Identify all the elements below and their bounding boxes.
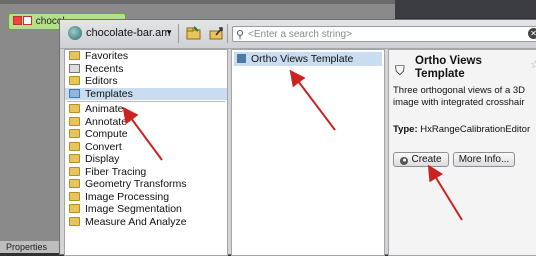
editors-folder-icon (69, 76, 80, 85)
background-dark-area (395, 0, 536, 18)
popup-toolbar: chocolate-bar.am ▾ ⚲ ✕ (60, 20, 536, 49)
clear-search-icon[interactable]: ✕ (528, 28, 536, 39)
category-pane: Favorites Recents Editors Templates Anim… (64, 49, 228, 256)
create-button[interactable]: ● Create (393, 152, 449, 167)
list-item-label: Ortho Views Template (251, 53, 354, 65)
detail-title: Ortho Views Template (415, 55, 482, 80)
create-icon: ● (400, 157, 409, 165)
category-favorites[interactable]: Favorites (65, 50, 227, 63)
category-label: Measure And Analyze (85, 215, 187, 228)
category-animate[interactable]: Animate (65, 103, 227, 116)
toolbar-separator (227, 24, 228, 43)
template-icon (237, 54, 246, 63)
category-label: Compute (85, 128, 128, 140)
type-label: Type: (393, 124, 418, 135)
category-label: Image Segmentation (85, 203, 182, 215)
category-fiber-tracing[interactable]: Fiber Tracing (65, 166, 227, 179)
category-label: Display (85, 153, 120, 165)
category-geometry-transforms[interactable]: Geometry Transforms (65, 178, 227, 191)
search-icon: ⚲ (236, 29, 245, 41)
type-value: HxRangeCalibrationEditor (420, 124, 531, 135)
folder-icon (69, 166, 80, 176)
category-label: Image Processing (85, 190, 170, 203)
search-input[interactable] (248, 27, 508, 41)
favorites-folder-icon (69, 51, 80, 60)
category-annotate[interactable]: Annotate (65, 116, 227, 129)
category-label: Annotate (85, 115, 128, 128)
folder-icon (69, 154, 80, 163)
category-label: Convert (85, 140, 122, 153)
category-measure-and-analyze[interactable]: Measure And Analyze (65, 216, 227, 229)
favorite-star-icon[interactable]: ☆ (530, 58, 536, 71)
template-icon: ⛉ (395, 63, 405, 78)
node-port-icon (13, 16, 22, 25)
export-icon[interactable] (208, 25, 226, 42)
more-info-button-label: More Info... (458, 154, 510, 165)
category-label: Fiber Tracing (85, 165, 147, 178)
project-selector[interactable]: chocolate-bar.am (86, 27, 170, 39)
open-folder-icon[interactable] (185, 25, 203, 42)
toolbar-separator (178, 24, 179, 43)
category-templates[interactable]: Templates (65, 87, 227, 100)
folder-icon (69, 141, 80, 151)
detail-description: Three orthogonal views of a 3D image wit… (393, 85, 526, 108)
folder-icon (69, 116, 80, 126)
category-image-processing[interactable]: Image Processing (65, 191, 227, 204)
category-image-segmentation[interactable]: Image Segmentation (65, 203, 227, 216)
object-popup: chocolate-bar.am ▾ ⚲ ✕ Favorites Recents… (59, 19, 536, 256)
chevron-down-icon[interactable]: ▾ (167, 27, 172, 38)
properties-tab[interactable]: Properties (0, 241, 66, 253)
project-icon (68, 26, 82, 40)
category-editors[interactable]: Editors (65, 75, 227, 88)
template-list-pane: Ortho Views Template (231, 49, 385, 256)
create-button-label: Create (411, 154, 442, 165)
category-label: Templates (85, 87, 133, 100)
detail-pane: ⛉ Ortho Views Template ☆ Three orthogona… (388, 49, 536, 256)
category-label: Geometry Transforms (85, 178, 187, 190)
folder-icon (69, 191, 80, 201)
recents-icon (69, 63, 80, 73)
folder-icon (69, 129, 80, 138)
category-divider (67, 101, 225, 102)
category-display[interactable]: Display (65, 153, 227, 166)
search-field[interactable]: ⚲ ✕ (232, 26, 536, 42)
category-convert[interactable]: Convert (65, 141, 227, 154)
node-port-icon (23, 16, 32, 25)
category-recents[interactable]: Recents (65, 63, 227, 76)
templates-folder-icon (69, 88, 80, 98)
folder-icon (69, 104, 80, 113)
category-label: Animate (85, 103, 124, 115)
category-label: Editors (85, 75, 118, 87)
category-label: Recents (85, 62, 124, 75)
folder-icon (69, 204, 80, 213)
category-label: Favorites (85, 50, 129, 62)
more-info-button[interactable]: More Info... (453, 152, 515, 167)
list-item-ortho-views-template[interactable]: Ortho Views Template (234, 52, 382, 66)
detail-type: Type: HxRangeCalibrationEditor (393, 124, 536, 135)
category-compute[interactable]: Compute (65, 128, 227, 141)
folder-icon (69, 216, 80, 226)
background-top-strip (0, 0, 395, 4)
folder-icon (69, 179, 80, 188)
